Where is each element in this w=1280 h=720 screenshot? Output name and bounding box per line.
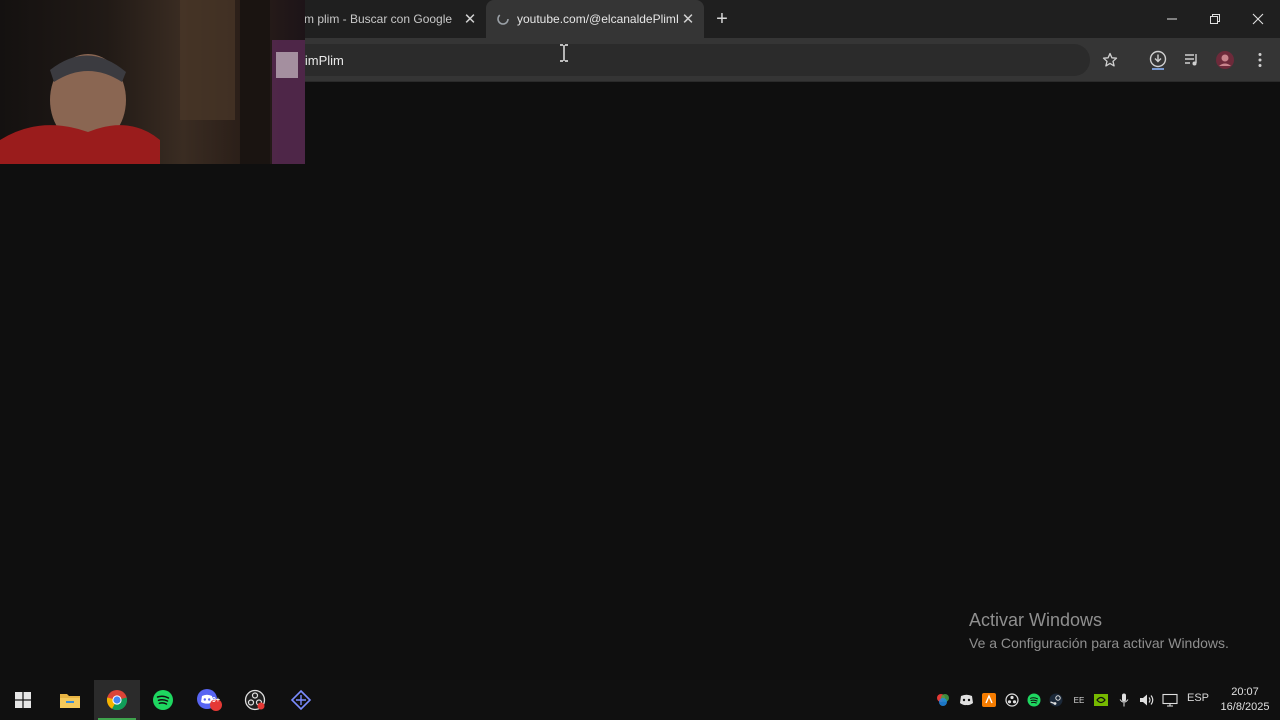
text-cursor-icon (559, 44, 569, 62)
obs-tray-icon[interactable] (1002, 690, 1022, 710)
tab-google-search[interactable]: m plim - Buscar con Google ✕ (290, 0, 486, 38)
start-icon[interactable] (0, 680, 46, 720)
webcam-overlay (0, 0, 305, 164)
bookmark-star-icon[interactable] (1098, 48, 1122, 72)
spotify-icon[interactable] (140, 680, 186, 720)
obs-icon[interactable] (232, 680, 278, 720)
profile-avatar-icon[interactable] (1213, 48, 1237, 72)
language-indicator[interactable]: ESP (1187, 692, 1209, 704)
web-page-content (0, 82, 1280, 680)
discord-badge: 9+ (212, 697, 220, 704)
ime-label: EE (1073, 695, 1085, 705)
tab-title: youtube.com/@elcanaldePlimPlim (517, 12, 678, 26)
watermark-subtitle: Ve a Configuración para activar Windows. (969, 635, 1229, 651)
new-tab-icon[interactable]: + (711, 8, 733, 30)
windows-taskbar: 9+ EE ESP 20:07 16/8/2025 (0, 680, 1280, 720)
clock-date: 16/8/2025 (1220, 701, 1270, 713)
ime-tray-icon[interactable]: EE (1069, 690, 1089, 710)
app-icon[interactable] (278, 680, 324, 720)
orange-app-tray-icon[interactable] (979, 690, 999, 710)
close-tab-icon[interactable]: ✕ (678, 9, 698, 29)
discord-icon[interactable]: 9+ (186, 680, 232, 720)
steam-tray-icon[interactable] (1046, 690, 1066, 710)
address-text: limPlim (302, 52, 344, 68)
chrome-icon[interactable] (94, 680, 140, 720)
minimize-icon[interactable] (1150, 0, 1194, 38)
menu-kebab-icon[interactable] (1248, 48, 1272, 72)
close-tab-icon[interactable]: ✕ (460, 9, 480, 29)
network-icon[interactable] (1160, 690, 1180, 710)
windows-activation-watermark: Activar Windows Ve a Configuración para … (969, 610, 1229, 651)
volume-icon[interactable] (1137, 690, 1157, 710)
file-explorer-icon[interactable] (47, 680, 93, 720)
watermark-title: Activar Windows (969, 610, 1103, 630)
microphone-icon[interactable] (1114, 690, 1134, 710)
tab-youtube[interactable]: youtube.com/@elcanaldePlimPlim ✕ (486, 0, 704, 38)
nvidia-tray-icon[interactable] (1091, 690, 1111, 710)
close-window-icon[interactable] (1236, 0, 1280, 38)
download-icon[interactable] (1146, 48, 1170, 72)
spotify-tray-icon[interactable] (1024, 690, 1044, 710)
webcam-feed-image (0, 0, 305, 164)
taskbar-clock[interactable]: 20:07 16/8/2025 (1214, 685, 1276, 715)
color-app-tray-icon[interactable] (933, 690, 953, 710)
media-control-icon[interactable] (1180, 48, 1204, 72)
address-bar[interactable]: limPlim (290, 44, 1090, 76)
loading-icon (496, 12, 510, 26)
restore-icon[interactable] (1193, 0, 1237, 38)
discord-tray-icon[interactable] (956, 690, 976, 710)
tab-title: m plim - Buscar con Google (304, 12, 453, 26)
clock-time: 20:07 (1231, 686, 1259, 698)
